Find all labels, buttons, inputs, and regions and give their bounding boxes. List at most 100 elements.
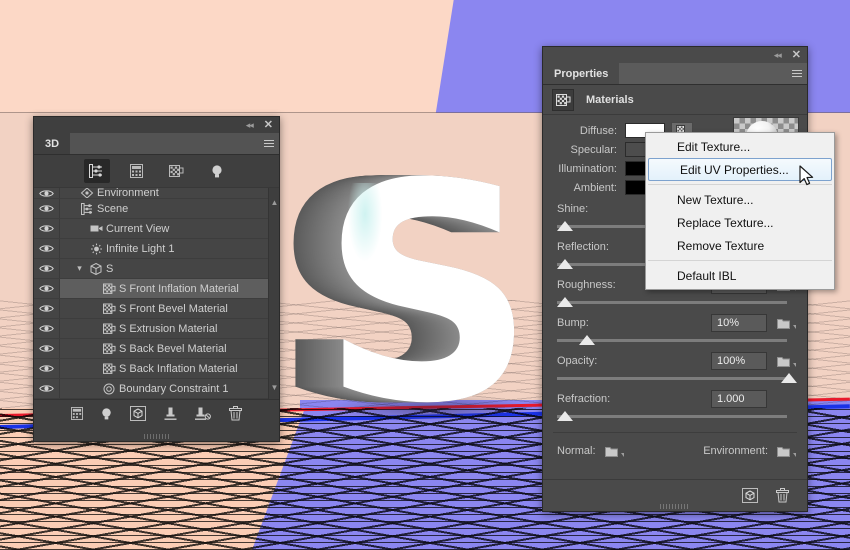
- scene-tree-row[interactable]: Scene: [34, 199, 279, 219]
- delete-button[interactable]: [229, 406, 242, 421]
- panel-resize-grip[interactable]: [144, 434, 170, 439]
- cube-render-icon: [742, 488, 758, 503]
- scene-filter-button[interactable]: [84, 159, 110, 183]
- visibility-toggle-icon[interactable]: [34, 299, 60, 318]
- material-icon: [99, 323, 119, 335]
- slider-track-group[interactable]: [557, 411, 797, 421]
- divider: [553, 432, 797, 433]
- panel-properties-topbar: ◂◂ ✕: [543, 47, 807, 63]
- scene-tree-row[interactable]: Infinite Light 1: [34, 239, 279, 259]
- scene-tree-row[interactable]: S Extrusion Material: [34, 319, 279, 339]
- visibility-toggle-icon[interactable]: [34, 359, 60, 378]
- add-constraint-button[interactable]: [164, 407, 177, 421]
- lights-filter-button[interactable]: [204, 159, 230, 183]
- scene-tree-row[interactable]: ▾ S: [34, 259, 279, 279]
- scene-tree-row[interactable]: S Back Bevel Material: [34, 339, 279, 359]
- visibility-toggle-icon[interactable]: [34, 239, 60, 258]
- environment-icon: [80, 188, 94, 199]
- light-icon: [86, 243, 106, 255]
- material-slider-group: Refraction: 1.000: [543, 387, 807, 425]
- scene-tree-row-label: Environment: [97, 188, 159, 199]
- scene-tree-row[interactable]: S Front Inflation Material: [34, 279, 279, 299]
- visibility-toggle-icon[interactable]: [34, 379, 60, 398]
- load-material-button[interactable]: [742, 488, 758, 503]
- scene-tree-scrollbar[interactable]: ▲ ▼: [268, 188, 279, 399]
- tab-3d[interactable]: 3D: [34, 133, 70, 154]
- 3d-letter-object[interactable]: S S: [320, 155, 550, 435]
- slider-thumb[interactable]: [781, 373, 797, 383]
- render-button[interactable]: [130, 406, 146, 421]
- slider-track: [557, 301, 787, 304]
- map-folder-button[interactable]: [605, 445, 625, 458]
- panel-resize-grip[interactable]: [660, 504, 690, 509]
- visibility-toggle-icon[interactable]: [34, 219, 60, 238]
- context-menu-item[interactable]: New Texture...: [646, 188, 834, 211]
- slider-value-field[interactable]: 10%: [711, 314, 767, 332]
- scene-tree-row[interactable]: S Front Bevel Material: [34, 299, 279, 319]
- disclosure-triangle-icon[interactable]: ▾: [73, 263, 86, 274]
- context-menu-item[interactable]: Edit UV Properties...: [648, 158, 832, 181]
- hamburger-menu-icon[interactable]: [787, 63, 807, 84]
- slider-thumb[interactable]: [557, 221, 573, 231]
- add-light-button[interactable]: [101, 407, 112, 421]
- mesh-icon: [130, 164, 143, 178]
- tab-properties[interactable]: Properties: [543, 63, 619, 84]
- visibility-toggle-icon[interactable]: [34, 259, 60, 278]
- map-label: Environment:: [703, 445, 768, 457]
- scene-tree-row[interactable]: Environment: [34, 188, 279, 199]
- materials-filter-button[interactable]: [164, 159, 190, 183]
- visibility-toggle-icon[interactable]: [34, 319, 60, 338]
- scene-tree-row-label: S Back Inflation Material: [119, 363, 238, 375]
- scene-tree-list[interactable]: Environment Scene C: [34, 187, 279, 399]
- scene-tree-row[interactable]: Current View: [34, 219, 279, 239]
- context-menu-item[interactable]: Default IBL: [646, 264, 834, 287]
- remove-constraint-button[interactable]: [195, 407, 211, 421]
- scene-tree-row[interactable]: S Back Inflation Material: [34, 359, 279, 379]
- context-menu-item-label: New Texture...: [677, 193, 753, 207]
- slider-value-field[interactable]: 1.000: [711, 390, 767, 408]
- context-menu-item[interactable]: Replace Texture...: [646, 211, 834, 234]
- scroll-up-icon[interactable]: ▲: [269, 196, 279, 208]
- scene-tree-icon: [89, 164, 104, 178]
- scene-tree-row[interactable]: Boundary Constraint 1: [34, 379, 279, 399]
- map-folder-button[interactable]: [777, 445, 797, 458]
- scene-tree-icon: [81, 203, 93, 215]
- slider-track-group[interactable]: [557, 373, 797, 383]
- slider-thumb[interactable]: [557, 297, 573, 307]
- delete-material-button[interactable]: [776, 488, 789, 503]
- material-icon: [99, 303, 119, 315]
- close-icon[interactable]: ✕: [264, 120, 273, 131]
- slider-value-field[interactable]: 100%: [711, 352, 767, 370]
- light-bulb-icon: [101, 407, 112, 421]
- visibility-toggle-icon[interactable]: [34, 188, 60, 198]
- slider-thumb[interactable]: [557, 259, 573, 269]
- slider-thumb[interactable]: [579, 335, 595, 345]
- texture-folder-button[interactable]: [777, 355, 797, 368]
- close-icon[interactable]: ✕: [792, 50, 801, 61]
- panel-3d[interactable]: ◂◂ ✕ 3D: [33, 116, 280, 442]
- texture-context-menu[interactable]: Edit Texture...Edit UV Properties... New …: [645, 132, 835, 290]
- caret-down-icon: [793, 453, 796, 457]
- folder-icon: [605, 445, 619, 458]
- slider-track-group[interactable]: [557, 297, 797, 307]
- hamburger-menu-icon[interactable]: [259, 133, 279, 154]
- eye-icon: [39, 344, 54, 353]
- slider-track-group[interactable]: [557, 335, 797, 345]
- slider-thumb[interactable]: [557, 411, 573, 421]
- material-icon: [103, 363, 116, 375]
- pin-remove-icon: [195, 407, 211, 421]
- scroll-down-icon[interactable]: ▼: [269, 381, 279, 393]
- visibility-toggle-icon[interactable]: [34, 339, 60, 358]
- texture-folder-button[interactable]: [777, 317, 797, 330]
- scene-tree-row-label: Current View: [106, 223, 169, 235]
- context-menu-item[interactable]: Remove Texture: [646, 234, 834, 257]
- visibility-toggle-icon[interactable]: [34, 279, 60, 298]
- chevron-double-left-icon[interactable]: ◂◂: [774, 50, 781, 61]
- meshes-filter-button[interactable]: [124, 159, 150, 183]
- visibility-toggle-icon[interactable]: [34, 199, 60, 218]
- context-menu-item[interactable]: Edit Texture...: [646, 135, 834, 158]
- scene-tree-row-label: S Back Bevel Material: [119, 343, 227, 355]
- add-mesh-button[interactable]: [71, 407, 83, 420]
- chevron-double-left-icon[interactable]: ◂◂: [246, 120, 253, 131]
- material-map-row: Normal: Environment:: [543, 439, 807, 463]
